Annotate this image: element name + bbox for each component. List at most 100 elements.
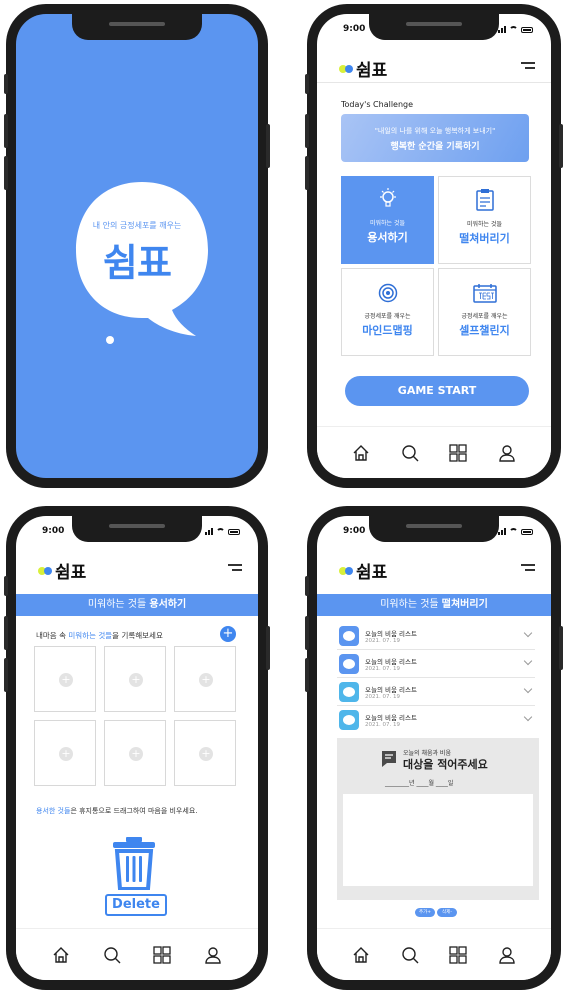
- trash-icon[interactable]: [112, 836, 156, 890]
- grid-icon[interactable]: [149, 942, 175, 968]
- status-time: 9:00: [42, 526, 65, 536]
- banner-line2: 행복한 순간을 기록하기: [390, 142, 480, 152]
- list-item-title: 오늘의 비움 리스트: [365, 714, 417, 722]
- chat-bubble-icon: [339, 710, 359, 730]
- plus-circle-icon: +: [199, 747, 213, 761]
- chat-bubble-icon: [339, 682, 359, 702]
- hamburger-menu-icon[interactable]: [228, 564, 242, 574]
- list-item-title: 오늘의 비움 리스트: [365, 658, 417, 666]
- search-icon[interactable]: [99, 942, 125, 968]
- section-title: Today's Challenge: [341, 100, 414, 109]
- list-item-date: 2021. 07. 19: [365, 722, 400, 728]
- grid-icon[interactable]: [445, 942, 471, 968]
- page-title-bar: 미워하는 것들 용서하기: [16, 594, 258, 616]
- discard-screen: 9:00 쉼표 미워하는 것들 떨쳐버리기 오늘의 비움 리스트 2021. 0…: [317, 516, 551, 980]
- memo-icon: [382, 751, 396, 767]
- list-item[interactable]: 오늘의 비움 리스트 2021. 07. 19: [337, 622, 535, 650]
- home-icon[interactable]: [348, 942, 374, 968]
- record-slot[interactable]: +: [34, 646, 96, 712]
- record-slot[interactable]: +: [174, 646, 236, 712]
- card-mindmap-title: 마인드맵핑: [362, 324, 413, 337]
- delete-button[interactable]: Delete: [105, 894, 167, 916]
- hamburger-menu-icon[interactable]: [521, 564, 535, 574]
- card-selfchallenge-sub: 긍정세포를 깨우는: [461, 313, 508, 320]
- card-forgive[interactable]: 미워하는 것들 용서하기: [341, 176, 434, 264]
- delete-pill-button[interactable]: 삭제-: [437, 908, 457, 917]
- search-icon[interactable]: [397, 440, 423, 466]
- bottom-tab-bar: [317, 928, 551, 980]
- list-item-title: 오늘의 비움 리스트: [365, 686, 417, 694]
- forgive-screen: 9:00 쉼표 미워하는 것들 용서하기 내마음 속 미워하는 것들을 기록해보…: [16, 516, 258, 980]
- discard-list: 오늘의 비움 리스트 2021. 07. 19 오늘의 비움 리스트 2021.…: [337, 622, 535, 734]
- date-row[interactable]: ________년 ____월 ____일: [385, 778, 453, 787]
- card-forgive-sub: 미워하는 것들: [369, 220, 406, 227]
- test-calendar-icon: [472, 284, 497, 303]
- record-slot[interactable]: +: [104, 646, 166, 712]
- plus-circle-icon: +: [199, 673, 213, 687]
- add-pill-button[interactable]: 추가+: [415, 908, 435, 917]
- home-icon[interactable]: [48, 942, 74, 968]
- splash-logo-text: 쉼표: [103, 241, 172, 285]
- list-item-date: 2021. 07. 19: [365, 638, 400, 644]
- home-icon[interactable]: [348, 440, 374, 466]
- target-icon: [378, 283, 397, 303]
- search-icon[interactable]: [397, 942, 423, 968]
- card-mindmap[interactable]: 긍정세포를 깨우는 마인드맵핑: [341, 268, 434, 356]
- trash-hint: 용서한 것들은 휴지통으로 드래그하여 마음을 비우세요.: [36, 807, 198, 815]
- chevron-down-icon[interactable]: [523, 712, 533, 722]
- phone-forgive: 9:00 쉼표 미워하는 것들 용서하기 내마음 속 미워하는 것들을 기록해보…: [4, 506, 270, 990]
- content-textarea[interactable]: [343, 794, 533, 886]
- chevron-down-icon[interactable]: [523, 628, 533, 638]
- add-button[interactable]: +: [220, 626, 236, 642]
- plus-circle-icon: +: [129, 747, 143, 761]
- write-form: 오늘의 채움과 비움 대상을 적어주세요 ________년 ____월 ___…: [337, 738, 539, 900]
- home-screen: 9:00 쉼표 Today's Challenge "내일의 나를 위해 오늘 …: [317, 14, 551, 478]
- chevron-down-icon[interactable]: [523, 684, 533, 694]
- user-icon[interactable]: [494, 942, 520, 968]
- card-discard-sub: 미워하는 것들: [466, 221, 503, 228]
- game-start-button[interactable]: GAME START: [345, 376, 529, 406]
- card-discard[interactable]: 미워하는 것들 떨쳐버리기: [438, 176, 531, 264]
- lightbulb-icon: [379, 188, 396, 207]
- user-icon[interactable]: [200, 942, 226, 968]
- app-logo[interactable]: 쉼표: [339, 56, 387, 81]
- chat-bubble-icon: [339, 654, 359, 674]
- list-item[interactable]: 오늘의 비움 리스트 2021. 07. 19: [337, 678, 535, 706]
- status-icons: [498, 26, 533, 33]
- app-logo[interactable]: 쉼표: [38, 558, 86, 583]
- card-selfchallenge-title: 셀프챌린지: [459, 324, 510, 337]
- plus-circle-icon: +: [59, 747, 73, 761]
- bottom-tab-bar: [317, 426, 551, 478]
- status-time: 9:00: [343, 526, 366, 536]
- card-mindmap-sub: 긍정세포를 깨우는: [364, 313, 411, 320]
- plus-circle-icon: +: [59, 673, 73, 687]
- card-selfchallenge[interactable]: 긍정세포를 깨우는 셀프챌린지: [438, 268, 531, 356]
- record-slot[interactable]: +: [104, 720, 166, 786]
- status-icons: [498, 528, 533, 535]
- splash-tagline: 내 안의 긍정세포를 깨우는: [92, 221, 182, 230]
- phone-splash: 내 안의 긍정세포를 깨우는 쉼표: [4, 4, 270, 488]
- list-item[interactable]: 오늘의 비움 리스트 2021. 07. 19: [337, 706, 535, 734]
- card-discard-title: 떨쳐버리기: [459, 232, 510, 245]
- list-item[interactable]: 오늘의 비움 리스트 2021. 07. 19: [337, 650, 535, 678]
- splash-screen: 내 안의 긍정세포를 깨우는 쉼표: [16, 14, 258, 478]
- phone-discard: 9:00 쉼표 미워하는 것들 떨쳐버리기 오늘의 비움 리스트 2021. 0…: [305, 506, 563, 990]
- list-item-date: 2021. 07. 19: [365, 666, 400, 672]
- card-forgive-title: 용서하기: [367, 231, 408, 244]
- clipboard-icon: [475, 189, 494, 211]
- hamburger-menu-icon[interactable]: [521, 62, 535, 72]
- app-logo[interactable]: 쉼표: [339, 558, 387, 583]
- status-time: 9:00: [343, 24, 366, 34]
- banner-line1: "내일의 나를 위해 오늘 행복하게 보내기": [374, 127, 496, 135]
- page-title-bar: 미워하는 것들 떨쳐버리기: [317, 594, 551, 616]
- challenge-banner[interactable]: "내일의 나를 위해 오늘 행복하게 보내기" 행복한 순간을 기록하기: [341, 114, 529, 162]
- record-slot[interactable]: +: [34, 720, 96, 786]
- bottom-tab-bar: [16, 928, 258, 980]
- record-prompt: 내마음 속 미워하는 것들을 기록해보세요: [36, 631, 163, 640]
- grid-icon[interactable]: [445, 440, 471, 466]
- user-icon[interactable]: [494, 440, 520, 466]
- list-item-title: 오늘의 비움 리스트: [365, 630, 417, 638]
- record-slot[interactable]: +: [174, 720, 236, 786]
- status-icons: [205, 528, 240, 535]
- chevron-down-icon[interactable]: [523, 656, 533, 666]
